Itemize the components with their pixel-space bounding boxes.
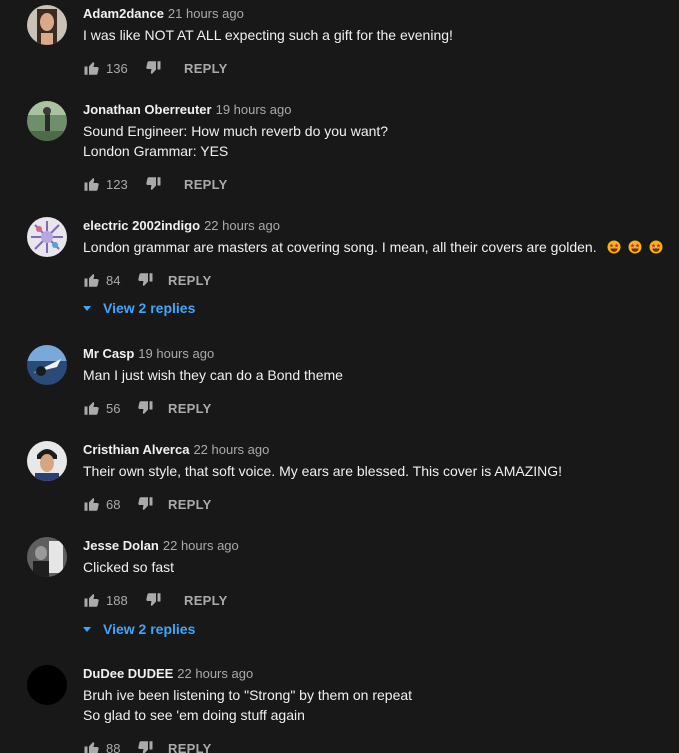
thumb-down-icon[interactable]	[144, 591, 162, 609]
comment-line: I was like NOT AT ALL expecting such a g…	[83, 27, 453, 43]
avatar[interactable]	[27, 537, 67, 577]
comment-timestamp[interactable]: 22 hours ago	[193, 442, 269, 457]
thumb-down-icon[interactable]	[144, 175, 162, 193]
avatar[interactable]	[27, 101, 67, 141]
reply-button[interactable]: REPLY	[168, 497, 212, 512]
caret-down-icon	[83, 305, 91, 311]
view-replies-button[interactable]: View 2 replies	[83, 618, 195, 640]
thumb-up-icon[interactable]	[83, 175, 101, 193]
comment-text: I was like NOT AT ALL expecting such a g…	[83, 25, 453, 45]
comment-line: Man I just wish they can do a Bond theme	[83, 367, 343, 383]
reply-button[interactable]: REPLY	[168, 401, 212, 416]
comment-header: Mr Casp 19 hours ago	[83, 345, 214, 363]
avatar[interactable]	[27, 441, 67, 481]
comment-actions: 56 REPLY	[83, 398, 212, 418]
thumb-down-icon[interactable]	[136, 399, 154, 417]
avatar[interactable]	[27, 5, 67, 45]
comment-line-text: London grammar are masters at covering s…	[83, 239, 597, 255]
comment-header: electric 2002indigo 22 hours ago	[83, 217, 280, 235]
comment-line: London grammar are masters at covering s…	[83, 237, 663, 257]
reply-button[interactable]: REPLY	[184, 593, 228, 608]
reply-button[interactable]: REPLY	[168, 741, 212, 753]
view-replies-button[interactable]: View 2 replies	[83, 297, 195, 319]
comment-timestamp[interactable]: 19 hours ago	[216, 102, 292, 117]
comment-timestamp[interactable]: 21 hours ago	[168, 6, 244, 21]
avatar[interactable]	[27, 345, 67, 385]
thumb-up-icon[interactable]	[83, 495, 101, 513]
comment-timestamp[interactable]: 22 hours ago	[163, 538, 239, 553]
comment-author[interactable]: Adam2dance	[83, 6, 164, 21]
thumb-down-icon[interactable]	[136, 271, 154, 289]
like-count: 68	[106, 496, 121, 512]
star-struck-emoji	[649, 239, 663, 254]
comment-text: Their own style, that soft voice. My ear…	[83, 461, 562, 481]
comment-author[interactable]: DuDee DUDEE	[83, 666, 173, 681]
like-count: 123	[106, 176, 128, 192]
like-count: 84	[106, 272, 121, 288]
comment-line: Their own style, that soft voice. My ear…	[83, 463, 563, 479]
comment-actions: 188 REPLY	[83, 590, 228, 610]
comment-actions: 68 REPLY	[83, 494, 212, 514]
comment-line: Clicked so fast	[83, 559, 175, 575]
comment-actions: 84 REPLY	[83, 270, 212, 290]
avatar[interactable]	[27, 217, 67, 257]
like-count: 136	[106, 60, 128, 76]
comment-thread: Jonathan Oberreuter 19 hours ago Sound En…	[0, 101, 679, 201]
thumb-up-icon[interactable]	[83, 399, 101, 417]
comment-text: Sound Engineer: How much reverb do you w…	[83, 121, 388, 161]
view-replies-label: View 2 replies	[103, 621, 196, 637]
thumb-down-icon[interactable]	[136, 495, 154, 513]
thumb-up-icon[interactable]	[83, 591, 101, 609]
comment-actions: 136 REPLY	[83, 58, 228, 78]
like-count: 88	[106, 740, 121, 753]
comment-header: Cristhian Alverca 22 hours ago	[83, 441, 269, 459]
comment-timestamp[interactable]: 22 hours ago	[177, 666, 253, 681]
comment-thread: Cristhian Alverca 22 hours ago Their own …	[0, 441, 679, 521]
comment-header: Jesse Dolan 22 hours ago	[83, 537, 239, 555]
like-count: 188	[106, 592, 128, 608]
comment-author[interactable]: Jonathan Oberreuter	[83, 102, 212, 117]
comment-header: DuDee DUDEE 22 hours ago	[83, 665, 253, 683]
comment-header: Adam2dance 21 hours ago	[83, 5, 244, 23]
star-struck-emoji	[607, 239, 621, 254]
comment-header: Jonathan Oberreuter 19 hours ago	[83, 101, 292, 119]
star-struck-emoji	[628, 239, 642, 254]
comment-author[interactable]: Mr Casp	[83, 346, 134, 361]
comment-line: Bruh ive been listening to "Strong" by t…	[83, 687, 413, 703]
comment-line: Sound Engineer: How much reverb do you w…	[83, 123, 389, 139]
comment-line: So glad to see 'em doing stuff again	[83, 707, 305, 723]
comment-timestamp[interactable]: 19 hours ago	[138, 346, 214, 361]
comment-thread: DuDee DUDEE 22 hours ago Bruh ive been li…	[0, 665, 679, 753]
comment-text: Clicked so fast	[83, 557, 174, 577]
thumb-down-icon[interactable]	[144, 59, 162, 77]
thumb-down-icon[interactable]	[136, 739, 154, 753]
like-count: 56	[106, 400, 121, 416]
comment-author[interactable]: electric 2002indigo	[83, 218, 200, 233]
caret-down-icon	[83, 626, 91, 632]
comment-thread: Mr Casp 19 hours ago Man I just wish they…	[0, 345, 679, 425]
view-replies-label: View 2 replies	[103, 300, 196, 316]
comment-thread: Adam2dance 21 hours ago I was like NOT AT…	[0, 5, 679, 85]
avatar[interactable]	[27, 665, 67, 705]
comment-actions: 123 REPLY	[83, 174, 228, 194]
comment-text: Man I just wish they can do a Bond theme	[83, 365, 343, 385]
comment-actions: 88 REPLY	[83, 738, 212, 753]
comment-text: London grammar are masters at covering s…	[83, 237, 663, 257]
thumb-up-icon[interactable]	[83, 59, 101, 77]
comment-thread: Jesse Dolan 22 hours ago Clicked so fast …	[0, 537, 679, 647]
reply-button[interactable]: REPLY	[184, 61, 228, 76]
comment-author[interactable]: Cristhian Alverca	[83, 442, 189, 457]
comment-text: Bruh ive been listening to "Strong" by t…	[83, 685, 412, 725]
comment-thread: electric 2002indigo 22 hours ago London g…	[0, 217, 679, 327]
comment-line: London Grammar: YES	[83, 143, 229, 159]
thumb-up-icon[interactable]	[83, 271, 101, 289]
reply-button[interactable]: REPLY	[168, 273, 212, 288]
thumb-up-icon[interactable]	[83, 739, 101, 753]
comment-author[interactable]: Jesse Dolan	[83, 538, 159, 553]
reply-button[interactable]: REPLY	[184, 177, 228, 192]
comment-timestamp[interactable]: 22 hours ago	[204, 218, 280, 233]
